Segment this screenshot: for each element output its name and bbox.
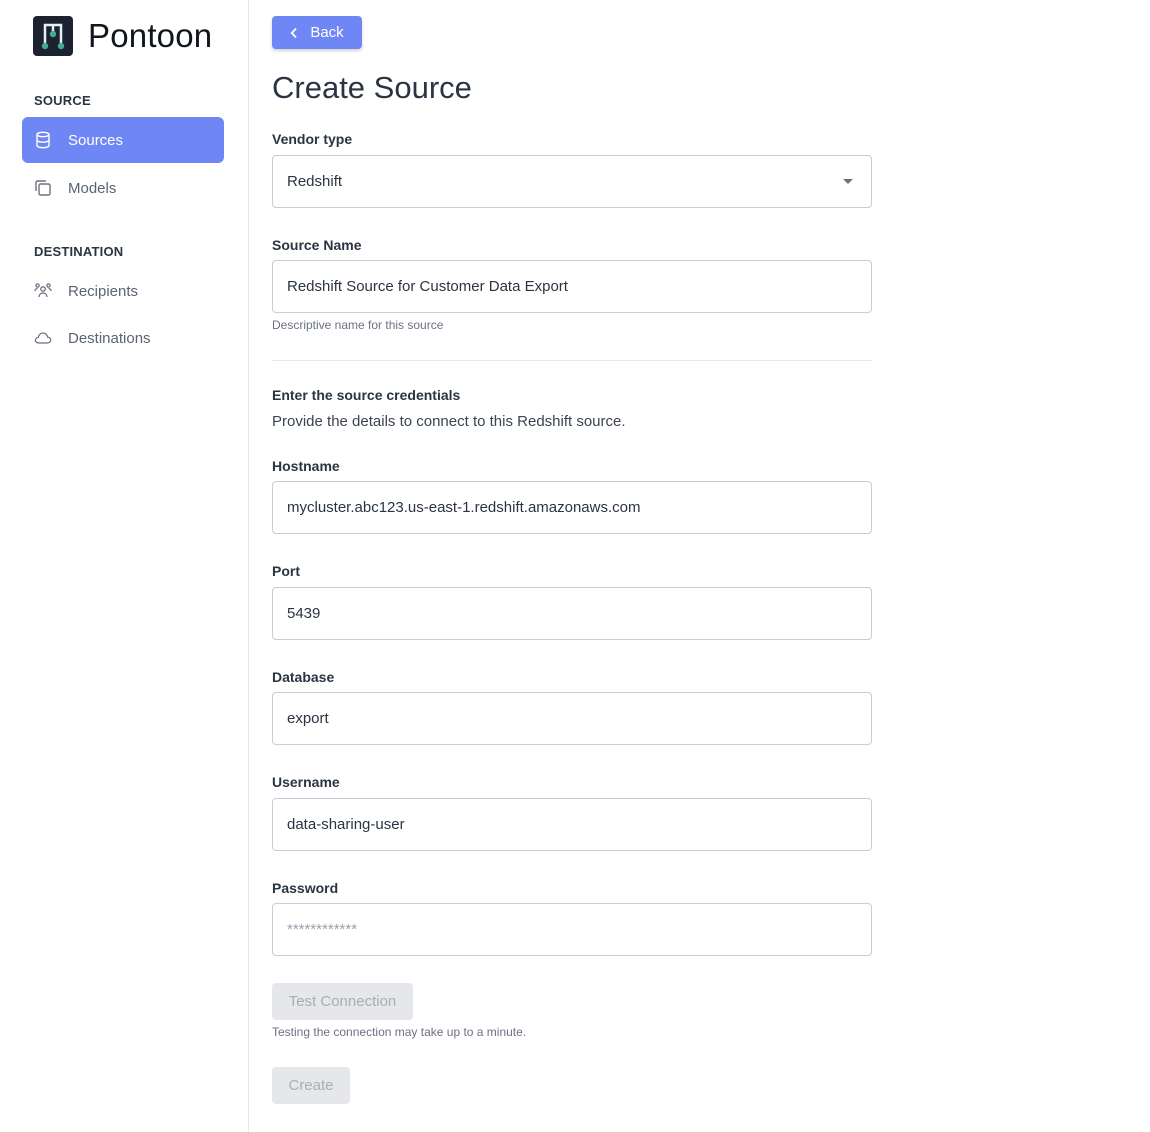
- brand-name: Pontoon: [88, 17, 213, 54]
- back-button-label: Back: [310, 24, 344, 41]
- sidebar-item-label: Recipients: [68, 282, 139, 300]
- page-title: Create Source: [272, 70, 472, 105]
- password-input[interactable]: [272, 903, 872, 956]
- source-name-helper: Descriptive name for this source: [272, 318, 444, 332]
- database-label: Database: [272, 669, 335, 685]
- create-button[interactable]: Create: [272, 1067, 350, 1104]
- pontoon-logo-icon: [33, 16, 73, 56]
- sidebar-item-models[interactable]: Models: [22, 165, 224, 211]
- sidebar-item-sources[interactable]: Sources: [22, 117, 224, 163]
- back-button[interactable]: Back: [272, 16, 362, 49]
- source-section-label: SOURCE: [34, 93, 91, 108]
- vendor-type-select[interactable]: Redshift: [272, 155, 872, 208]
- credentials-heading: Enter the source credentials: [272, 387, 461, 403]
- sidebar-item-label: Sources: [68, 131, 124, 149]
- sidebar-item-label: Destinations: [68, 329, 151, 347]
- database-icon: [34, 131, 52, 149]
- users-icon: [34, 282, 52, 300]
- port-input[interactable]: [272, 587, 872, 640]
- username-label: Username: [272, 774, 340, 790]
- chevron-left-icon: [290, 27, 298, 39]
- cloud-icon: [34, 329, 52, 347]
- database-input[interactable]: [272, 692, 872, 745]
- credentials-description: Provide the details to connect to this R…: [272, 413, 626, 430]
- username-input[interactable]: [272, 798, 872, 851]
- caret-down-icon: [843, 179, 853, 184]
- sidebar-item-label: Models: [68, 179, 117, 197]
- sidebar-item-destinations[interactable]: Destinations: [22, 315, 224, 361]
- sidebar: Pontoon SOURCE Sources Models DESTINATIO…: [0, 0, 249, 1132]
- divider: [272, 360, 872, 361]
- vendor-type-value: Redshift: [287, 173, 343, 190]
- hostname-label: Hostname: [272, 458, 340, 474]
- brand[interactable]: Pontoon: [33, 16, 212, 56]
- port-label: Port: [272, 563, 300, 579]
- destination-section-label: DESTINATION: [34, 244, 124, 259]
- test-connection-button[interactable]: Test Connection: [272, 983, 413, 1020]
- source-name-label: Source Name: [272, 237, 362, 253]
- test-connection-helper: Testing the connection may take up to a …: [272, 1025, 527, 1039]
- vendor-type-label: Vendor type: [272, 131, 353, 147]
- hostname-input[interactable]: [272, 481, 872, 534]
- password-label: Password: [272, 880, 339, 896]
- sidebar-item-recipients[interactable]: Recipients: [22, 268, 224, 314]
- copy-icon: [34, 179, 52, 197]
- source-name-input[interactable]: [272, 260, 872, 313]
